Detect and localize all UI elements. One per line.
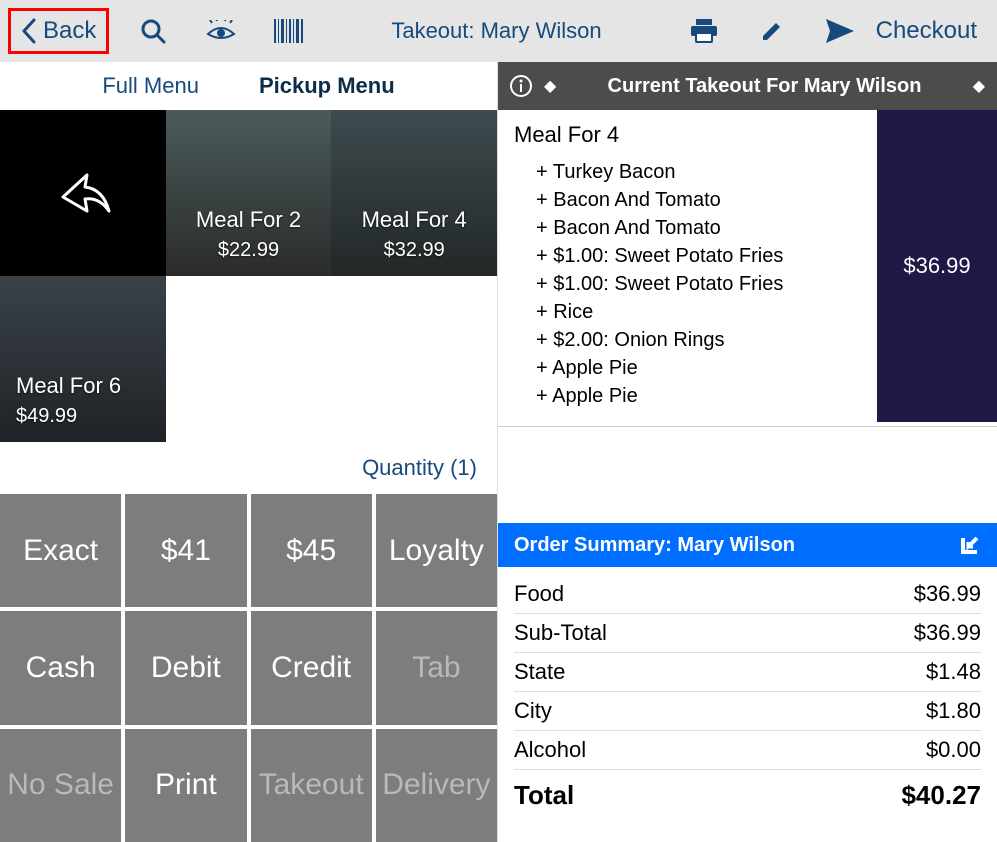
arrow-back-icon xyxy=(51,161,115,225)
summary-label: Alcohol xyxy=(514,737,586,763)
summary-row: City $1.80 xyxy=(514,692,981,731)
order-summary-title: Order Summary: Mary Wilson xyxy=(514,534,795,557)
tile-back[interactable] xyxy=(0,110,166,276)
summary-row: State $1.48 xyxy=(514,653,981,692)
summary-value: $40.27 xyxy=(901,780,981,811)
ticket-modifiers: + Turkey Bacon+ Bacon And Tomato+ Bacon … xyxy=(514,158,861,410)
back-label: Back xyxy=(43,17,96,45)
tile-price: $49.99 xyxy=(16,405,77,428)
tile-price: $32.99 xyxy=(384,239,445,262)
edit-icon[interactable] xyxy=(748,7,796,55)
key-amount-45[interactable]: $45 xyxy=(251,494,372,607)
tab-pickup-menu[interactable]: Pickup Menu xyxy=(259,73,395,99)
key-credit[interactable]: Credit xyxy=(251,611,372,724)
tile-meal-for-4[interactable]: Meal For 4 $32.99 xyxy=(331,110,497,276)
tile-meal-for-2[interactable]: Meal For 2 $22.99 xyxy=(166,110,332,276)
right-panel: ◆ Current Takeout For Mary Wilson ◆ Meal… xyxy=(498,62,997,842)
left-panel: Full Menu Pickup Menu Meal For 2 $22.99 … xyxy=(0,62,498,842)
back-button[interactable]: Back xyxy=(8,8,109,54)
tile-name: Meal For 4 xyxy=(362,207,467,233)
summary-label: State xyxy=(514,659,565,685)
key-loyalty[interactable]: Loyalty xyxy=(376,494,497,607)
chevron-left-icon xyxy=(21,18,37,44)
summary-value: $1.48 xyxy=(926,659,981,685)
key-delivery[interactable]: Delivery xyxy=(376,729,497,842)
tab-full-menu[interactable]: Full Menu xyxy=(102,73,199,99)
key-amount-41[interactable]: $41 xyxy=(125,494,246,607)
current-takeout-bar[interactable]: ◆ Current Takeout For Mary Wilson ◆ xyxy=(498,62,997,110)
ticket-price: $36.99 xyxy=(877,110,997,422)
modifier-line: + Turkey Bacon xyxy=(536,158,861,186)
send-icon[interactable] xyxy=(816,7,864,55)
summary-label: Total xyxy=(514,780,574,811)
order-summary-bar[interactable]: Order Summary: Mary Wilson xyxy=(498,523,997,567)
summary-value: $1.80 xyxy=(926,698,981,724)
key-tab[interactable]: Tab xyxy=(376,611,497,724)
modifier-line: + Bacon And Tomato xyxy=(536,186,861,214)
summary-row: Total $40.27 xyxy=(514,770,981,817)
quantity-label: Quantity (1) xyxy=(362,455,477,481)
modifier-line: + $2.00: Onion Rings xyxy=(536,326,861,354)
summary-row: Sub-Total $36.99 xyxy=(514,614,981,653)
key-exact[interactable]: Exact xyxy=(0,494,121,607)
eye-icon[interactable] xyxy=(197,7,245,55)
key-debit[interactable]: Debit xyxy=(125,611,246,724)
summary-row: Alcohol $0.00 xyxy=(514,731,981,770)
modifier-line: + Bacon And Tomato xyxy=(536,214,861,242)
key-no-sale[interactable]: No Sale xyxy=(0,729,121,842)
collapse-icon xyxy=(959,534,981,556)
tile-name: Meal For 2 xyxy=(196,207,301,233)
barcode-icon[interactable] xyxy=(265,7,313,55)
diamond-left-icon: ◆ xyxy=(544,76,556,96)
info-icon xyxy=(510,75,532,97)
summary-value: $0.00 xyxy=(926,737,981,763)
payment-keypad: Exact $41 $45 Loyalty Cash Debit Credit … xyxy=(0,494,497,842)
key-takeout[interactable]: Takeout xyxy=(251,729,372,842)
modifier-line: + Rice xyxy=(536,298,861,326)
ticket-meal-name: Meal For 4 xyxy=(514,122,861,148)
menu-tiles: Meal For 2 $22.99 Meal For 4 $32.99 Meal… xyxy=(0,110,497,442)
search-icon[interactable] xyxy=(129,7,177,55)
checkout-button[interactable]: Checkout xyxy=(864,17,989,45)
summary-label: Food xyxy=(514,581,564,607)
tile-meal-for-6[interactable]: Meal For 6 $49.99 xyxy=(0,276,166,442)
summary-label: Sub-Total xyxy=(514,620,607,646)
summary-label: City xyxy=(514,698,552,724)
ticket-details: Meal For 4 + Turkey Bacon+ Bacon And Tom… xyxy=(498,110,877,422)
tile-name: Meal For 6 xyxy=(16,373,121,399)
key-print[interactable]: Print xyxy=(125,729,246,842)
ticket-row[interactable]: Meal For 4 + Turkey Bacon+ Bacon And Tom… xyxy=(498,110,997,422)
modifier-line: + Apple Pie xyxy=(536,354,861,382)
quantity-button[interactable]: Quantity (1) xyxy=(0,442,497,494)
summary-list: Food $36.99 Sub-Total $36.99 State $1.48 City $… xyxy=(498,567,997,842)
tile-price: $22.99 xyxy=(218,239,279,262)
summary-row: Food $36.99 xyxy=(514,575,981,614)
diamond-right-icon: ◆ xyxy=(973,76,985,96)
modifier-line: + $1.00: Sweet Potato Fries xyxy=(536,242,861,270)
summary-value: $36.99 xyxy=(914,620,981,646)
key-cash[interactable]: Cash xyxy=(0,611,121,724)
top-toolbar: Back Takeout: Mary Wilson Checkout xyxy=(0,0,997,62)
summary-value: $36.99 xyxy=(914,581,981,607)
current-takeout-label: Current Takeout For Mary Wilson xyxy=(568,75,960,98)
page-title: Takeout: Mary Wilson xyxy=(313,18,679,44)
menu-tabs: Full Menu Pickup Menu xyxy=(0,62,497,110)
modifier-line: + Apple Pie xyxy=(536,382,861,410)
print-icon[interactable] xyxy=(680,7,728,55)
modifier-line: + $1.00: Sweet Potato Fries xyxy=(536,270,861,298)
